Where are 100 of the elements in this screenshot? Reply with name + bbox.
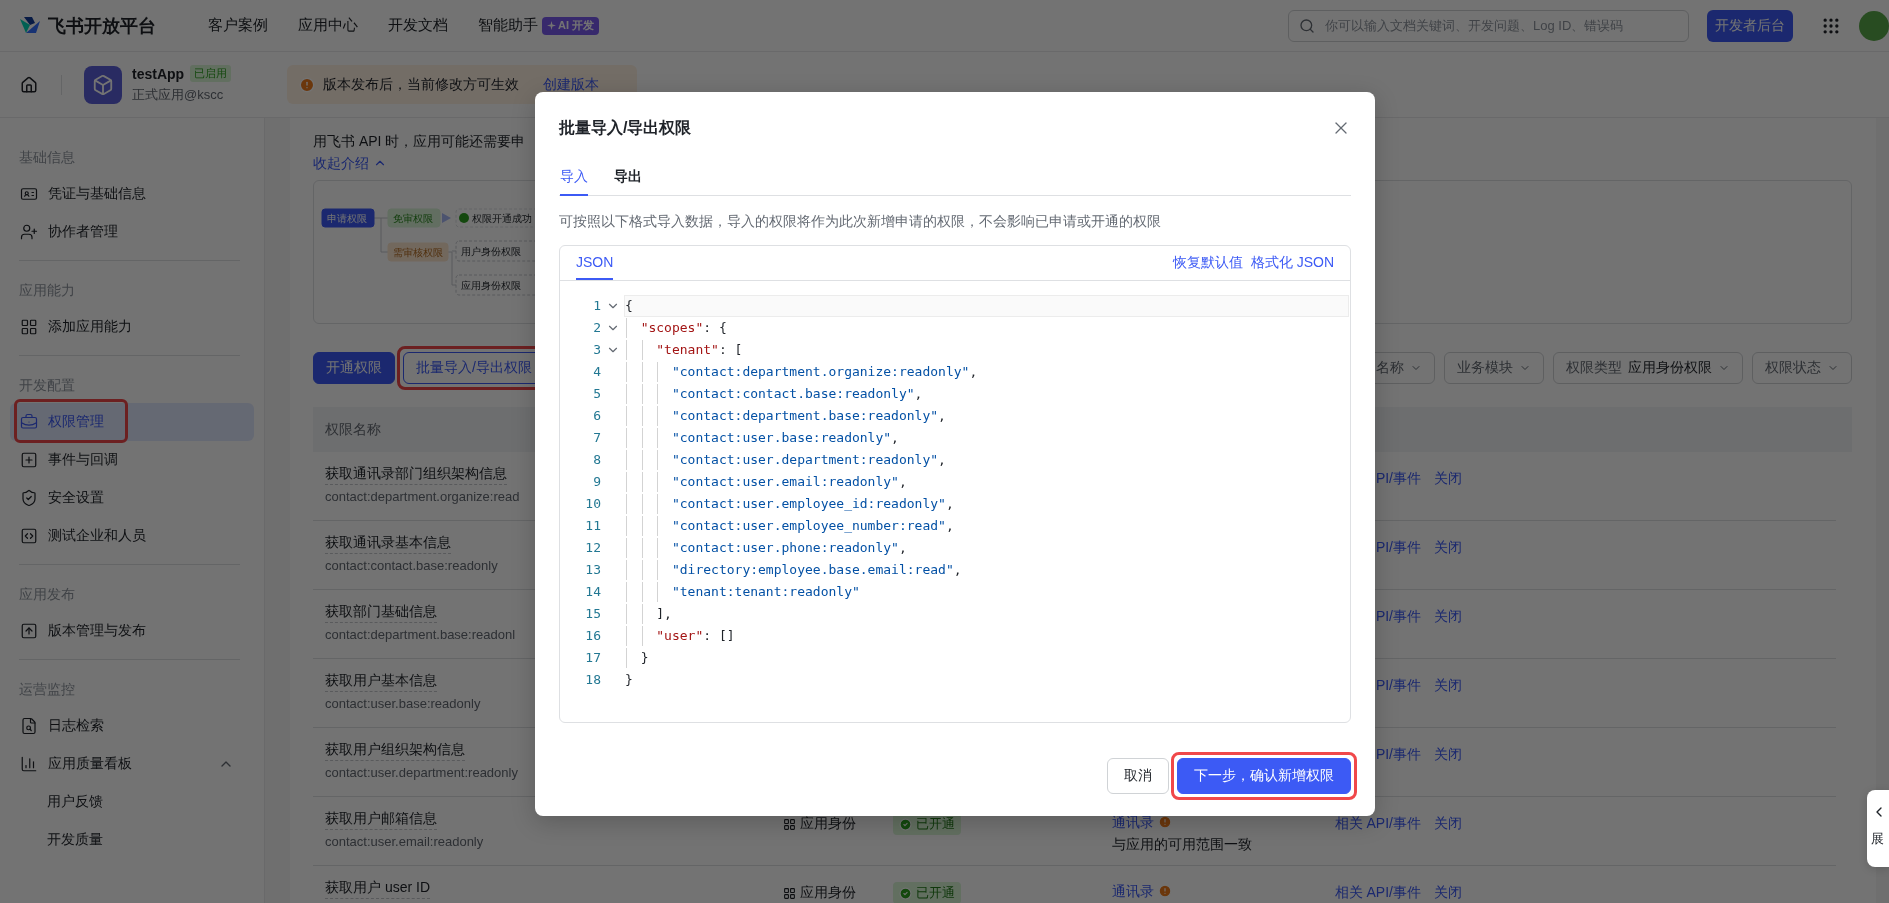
code-line: ],	[656, 605, 672, 623]
filter-dropdown[interactable]: 权限状态	[1752, 352, 1852, 384]
nav-link[interactable]: 客户案例	[208, 16, 268, 35]
file-search-icon	[20, 717, 38, 735]
line-number: 5	[592, 385, 601, 403]
confirm-button[interactable]: 下一步，确认新增权限	[1177, 758, 1351, 794]
api-events-link[interactable]: PI/事件	[1375, 608, 1421, 626]
api-events-link[interactable]: PI/事件	[1375, 677, 1421, 695]
bar-chart-icon	[20, 755, 38, 773]
home-icon[interactable]	[20, 75, 38, 94]
line-number: 2	[592, 319, 601, 337]
flow-label: 应用身份权限	[461, 279, 521, 291]
close-link[interactable]: 关闭	[1434, 608, 1462, 626]
code-line: "contact:user.employee_id:readonly",	[671, 495, 954, 513]
api-events-link[interactable]: PI/事件	[1375, 746, 1421, 764]
line-number: 6	[592, 407, 601, 425]
sidebar-item[interactable]: 添加应用能力	[10, 308, 254, 346]
code-line: "directory:employee.base.email:read",	[671, 561, 962, 579]
editor-action-link[interactable]: 恢复默认值	[1172, 254, 1243, 272]
close-link[interactable]: 关闭	[1434, 884, 1462, 902]
nav-link[interactable]: 应用中心	[298, 16, 358, 35]
code-icon	[20, 527, 38, 545]
code-line: "tenant": [	[656, 341, 743, 359]
intro-text: 用飞书 API 时，应用可能还需要申	[313, 132, 527, 151]
permission-scope: contact:department.organize:read	[325, 488, 520, 506]
tab[interactable]: 导入	[560, 156, 588, 196]
create-version-link[interactable]: 创建版本	[543, 75, 600, 94]
permission-scope: contact:contact.base:readonly	[325, 557, 498, 575]
square-plus-icon	[20, 451, 38, 469]
line-number: 12	[584, 539, 601, 557]
close-link[interactable]: 关闭	[1434, 677, 1462, 695]
code-line: "contact:user.department:readonly",	[671, 451, 946, 469]
user-plus-icon	[20, 223, 38, 241]
console-button[interactable]: 开发者后台	[1707, 9, 1793, 42]
shield-check-icon	[20, 489, 38, 507]
code-line: "user": []	[656, 627, 735, 645]
expand-side-tab[interactable]: 展	[1867, 790, 1889, 867]
editor-action-link[interactable]: 格式化 JSON	[1250, 254, 1334, 272]
check-circle-icon	[459, 213, 469, 223]
nav-link[interactable]: 开发文档	[388, 16, 448, 35]
flow-label: 申请权限	[327, 212, 367, 224]
code-line: "contact:user.email:readonly",	[671, 473, 907, 491]
identity-text: 应用身份	[800, 884, 856, 902]
sidebar-item[interactable]: 测试企业和人员	[10, 517, 254, 555]
permission-name: 获取通讯录部门组织架构信息	[325, 463, 507, 485]
nav-link[interactable]: 智能助手 AI 开发	[478, 16, 600, 35]
side-tab-text: 展	[1871, 830, 1884, 848]
api-events-link[interactable]: 相关 API/事件	[1334, 884, 1421, 902]
line-number: 16	[584, 627, 601, 645]
collapse-intro-link[interactable]: 收起介绍	[313, 152, 387, 174]
cube-icon	[92, 73, 114, 96]
sidebar-subitem[interactable]: 用户反馈	[10, 783, 254, 821]
sidebar-item[interactable]: 安全设置	[10, 479, 254, 517]
api-events-link[interactable]: PI/事件	[1375, 470, 1421, 488]
code-line: "contact:contact.base:readonly",	[671, 385, 923, 403]
sidebar-item[interactable]: 日志检索	[10, 707, 254, 745]
code-line: }	[640, 649, 649, 667]
editor-tab[interactable]: JSON	[576, 246, 614, 280]
dialog-title: 批量导入/导出权限	[559, 117, 692, 138]
line-number: 15	[584, 605, 601, 623]
identity-text: 应用身份	[800, 815, 856, 833]
close-link[interactable]: 关闭	[1434, 539, 1462, 557]
sidebar-item[interactable]: 应用质量看板	[10, 745, 254, 783]
line-number: 4	[592, 363, 601, 381]
line-number: 1	[592, 297, 601, 315]
code-line: "contact:user.phone:readonly",	[671, 539, 907, 557]
code-line: {	[625, 297, 633, 315]
sidebar-item[interactable]: 协作者管理	[10, 213, 254, 251]
id-card-icon	[20, 185, 38, 203]
range-link[interactable]: 通讯录	[1112, 880, 1154, 902]
sidebar-item[interactable]: 版本管理与发布	[10, 612, 254, 650]
line-number: 13	[584, 561, 601, 579]
api-events-link[interactable]: 相关 API/事件	[1334, 815, 1421, 833]
filter-dropdown[interactable]: 权限类型 应用身份权限	[1553, 352, 1743, 384]
api-events-link[interactable]: PI/事件	[1375, 539, 1421, 557]
check-circle-icon	[899, 817, 912, 831]
grid-icon	[783, 886, 796, 900]
close-link[interactable]: 关闭	[1434, 470, 1462, 488]
permission-name: 获取用户邮箱信息	[325, 808, 437, 830]
line-number: 10	[584, 495, 601, 513]
cancel-button[interactable]: 取消	[1107, 758, 1169, 794]
notice-text: 版本发布后，当前修改方可生效	[323, 75, 520, 94]
grid-icon	[783, 817, 796, 831]
sidebar-item[interactable]: 凭证与基础信息	[10, 175, 254, 213]
check-circle-icon	[899, 886, 912, 900]
filter-dropdown[interactable]: 业务模块	[1444, 352, 1544, 384]
code-line: "contact:user.employee_number:read",	[671, 517, 954, 535]
enable-permission-button[interactable]: 开通权限	[313, 352, 395, 384]
column-header: 权限名称	[325, 420, 381, 439]
code-line: "scopes": {	[640, 319, 727, 337]
close-link[interactable]: 关闭	[1434, 746, 1462, 764]
close-link[interactable]: 关闭	[1434, 815, 1462, 833]
permission-name: 获取用户 user ID	[325, 877, 430, 899]
sidebar-subitem[interactable]: 开发质量	[10, 821, 254, 859]
permission-name: 获取用户基本信息	[325, 670, 437, 692]
warning-icon	[299, 76, 316, 93]
tab[interactable]: 导出	[614, 156, 642, 196]
permission-scope: contact:user.email:readonly	[325, 833, 484, 851]
sidebar-item[interactable]: 事件与回调	[10, 441, 254, 479]
status-text: 已开通	[916, 884, 955, 902]
